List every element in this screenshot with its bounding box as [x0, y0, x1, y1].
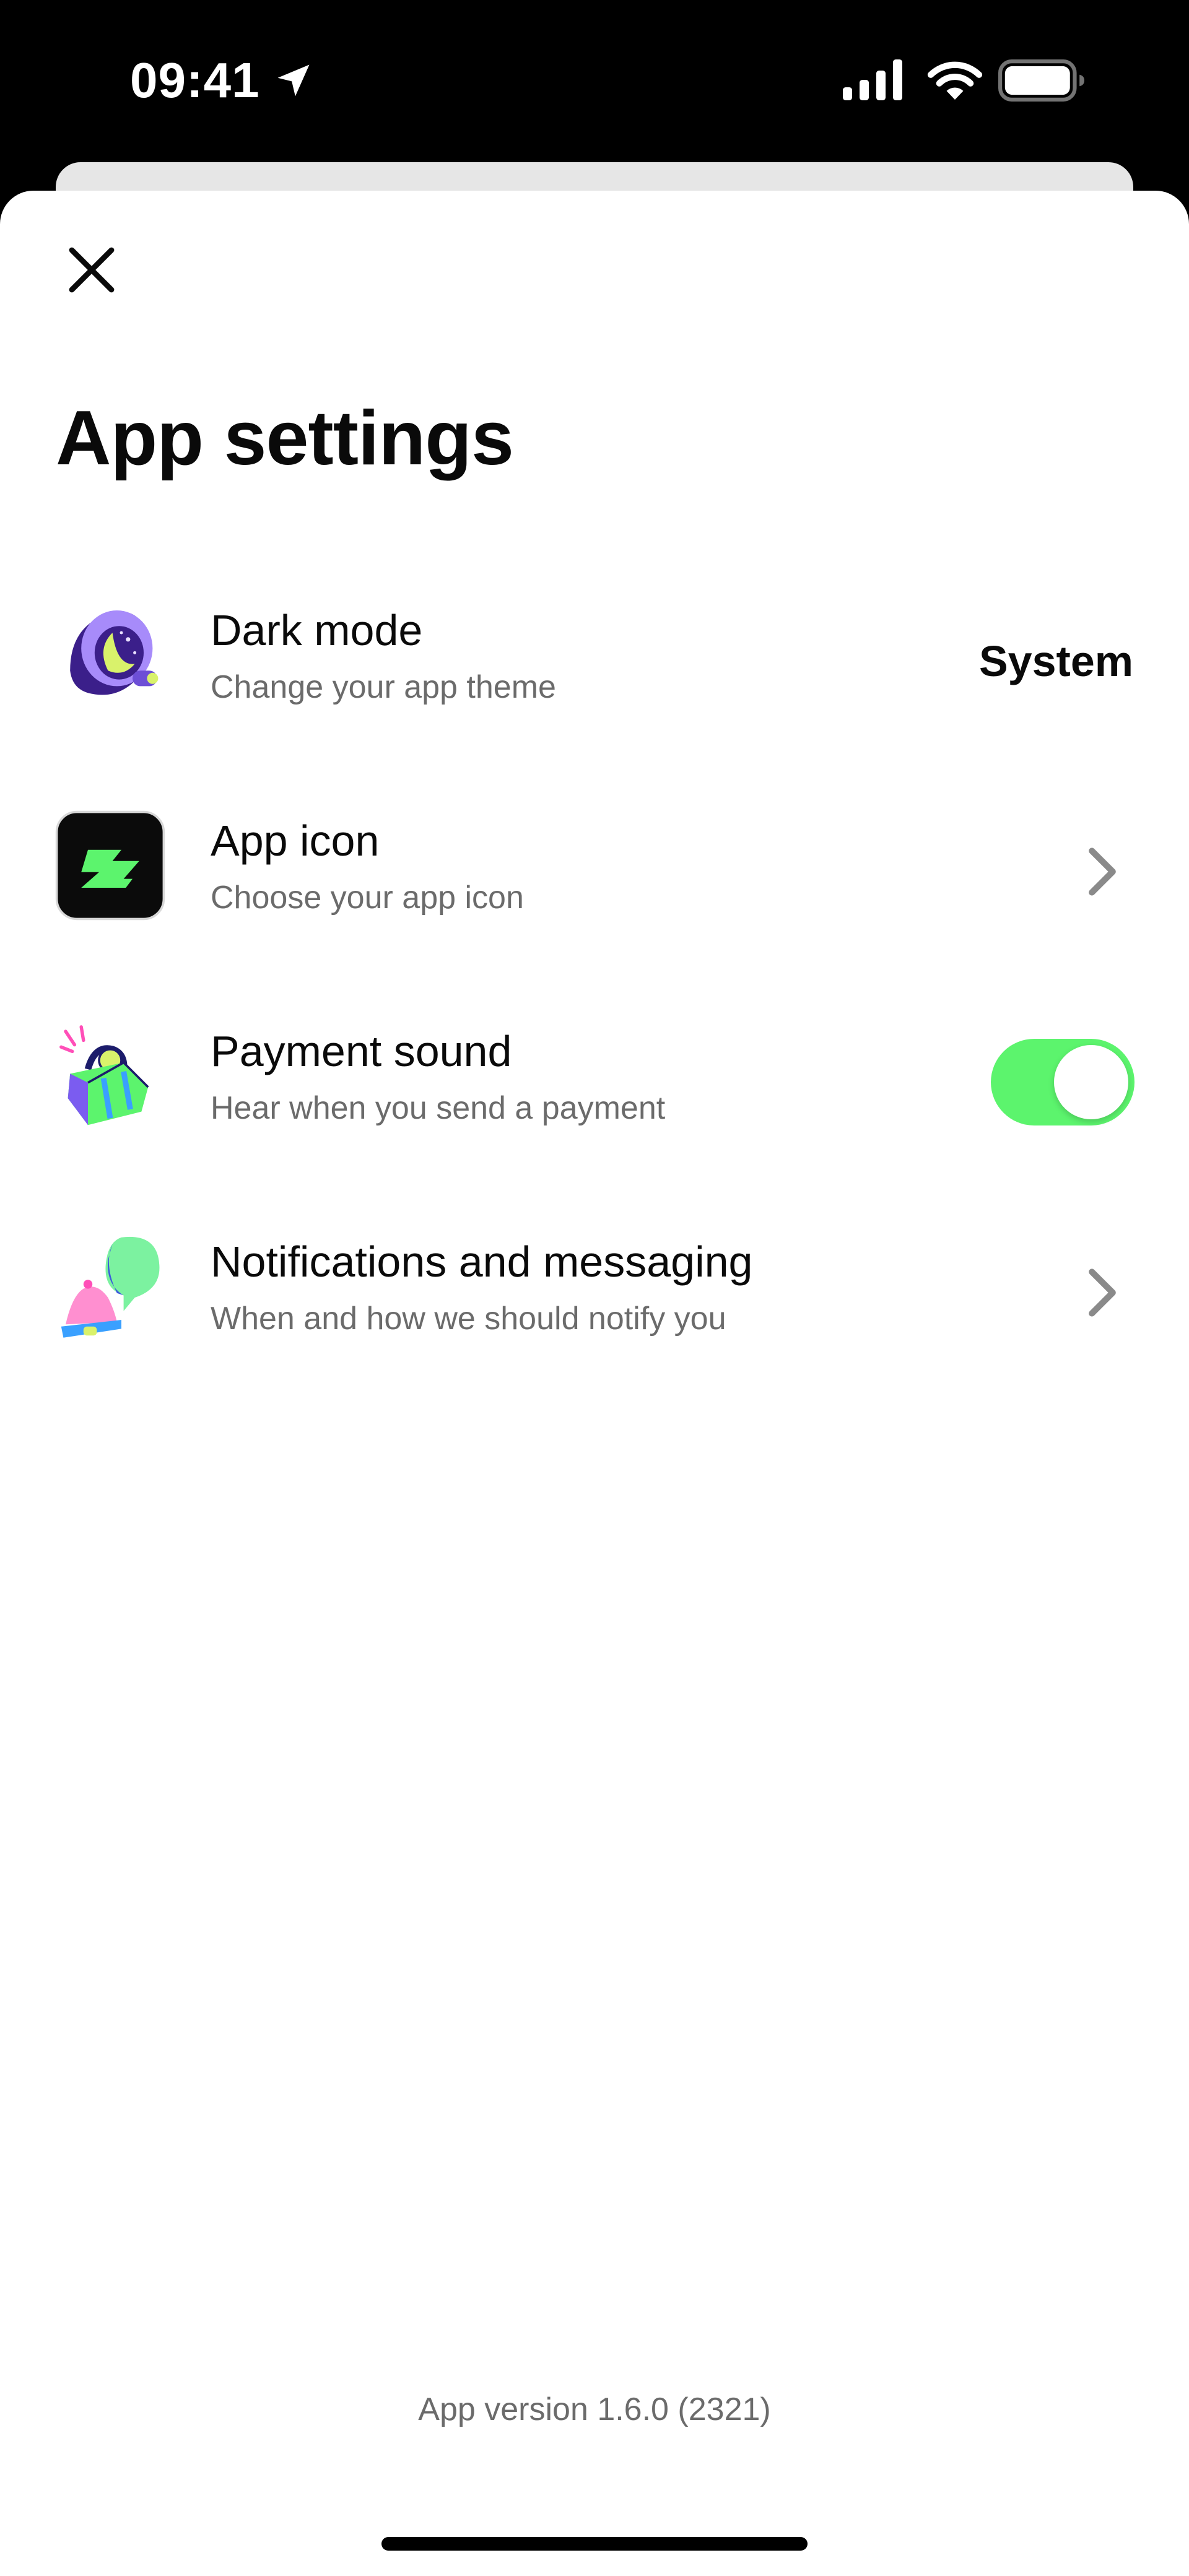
status-time: 09:41	[130, 53, 260, 108]
payment-sound-toggle[interactable]	[991, 1039, 1135, 1125]
dark-mode-value[interactable]: System	[979, 635, 1133, 687]
close-icon[interactable]	[62, 240, 121, 300]
setting-payment-sound[interactable]: Payment sound Hear when you send a payme…	[0, 995, 1189, 1181]
setting-notifications[interactable]: Notifications and messaging When and how…	[0, 1206, 1189, 1392]
shopping-bag-icon	[59, 1025, 149, 1125]
notifications-title: Notifications and messaging	[211, 1238, 753, 1286]
battery-icon	[998, 59, 1084, 102]
status-bar: 09:41	[0, 0, 1189, 158]
app-icon-title: App icon	[211, 817, 380, 865]
dark-mode-subtitle: Change your app theme	[211, 669, 556, 705]
location-arrow-icon	[277, 64, 310, 97]
setting-app-icon[interactable]: App icon Choose your app icon	[0, 785, 1189, 971]
bell-chat-icon	[61, 1236, 160, 1338]
wifi-icon	[927, 61, 983, 100]
chevron-right-icon	[1089, 848, 1116, 896]
home-indicator	[381, 2537, 808, 2551]
setting-dark-mode[interactable]: Dark mode Change your app theme System	[0, 575, 1189, 760]
notifications-subtitle: When and how we should notify you	[211, 1301, 726, 1337]
app-icon-preview	[55, 810, 165, 921]
settings-sheet: App settings Dark mode Change your app t…	[0, 191, 1189, 2576]
dark-mode-title: Dark mode	[211, 606, 423, 654]
cellular-signal-icon	[843, 59, 902, 100]
app-icon-subtitle: Choose your app icon	[211, 880, 524, 916]
toggle-knob	[1054, 1045, 1128, 1119]
page-title: App settings	[56, 396, 514, 481]
payment-sound-title: Payment sound	[211, 1027, 512, 1075]
payment-sound-subtitle: Hear when you send a payment	[211, 1090, 666, 1126]
app-version-label: App version 1.6.0 (2321)	[418, 2392, 771, 2427]
moon-theme-icon	[70, 610, 159, 695]
app-screen: 09:41 App settings Dark mode Change your…	[0, 0, 1189, 2576]
chevron-right-icon	[1089, 1268, 1116, 1317]
